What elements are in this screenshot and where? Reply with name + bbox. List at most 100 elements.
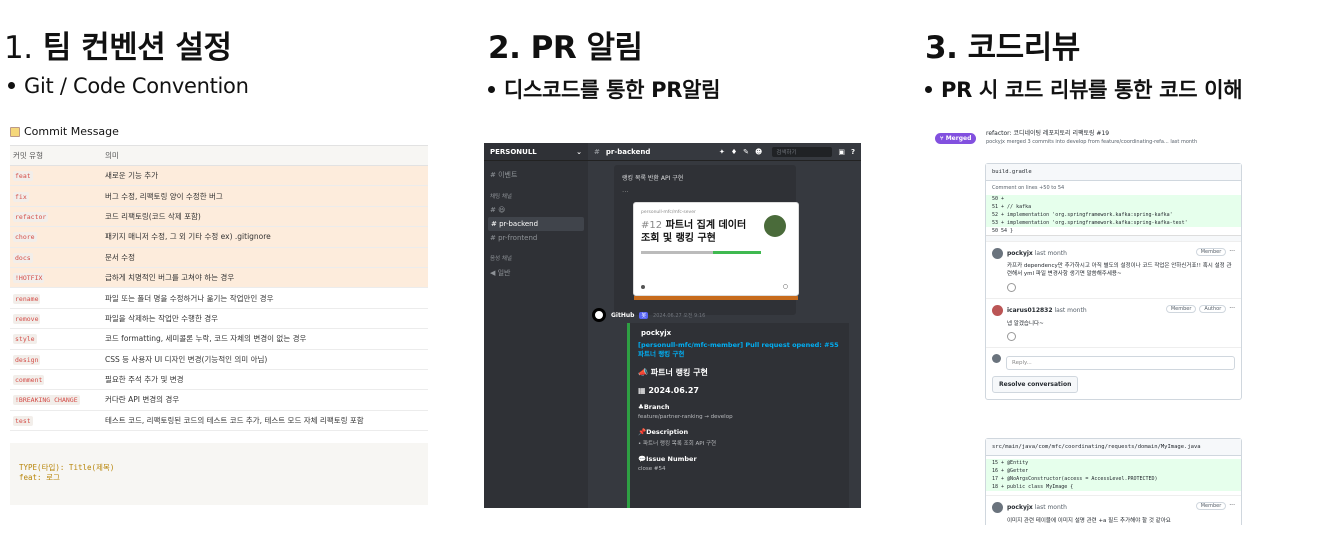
section-1-subtitle: Git / Code Convention	[8, 74, 249, 98]
channel-events[interactable]: # 이벤트	[484, 167, 588, 183]
commit-type-code: !HOTFIX	[13, 273, 45, 284]
commit-type-code: comment	[13, 375, 45, 386]
pr-link[interactable]: [personull-mfc/mfc-member] Pull request …	[638, 341, 841, 359]
table-row: feat 새로운 기능 추가	[10, 165, 428, 187]
channel-emoji[interactable]: # 😃	[484, 203, 588, 217]
commit-type-desc: 버그 수정, 리팩토링 양이 수정한 버그	[102, 185, 428, 207]
voice-channel-general[interactable]: ◀ 일반	[484, 265, 588, 281]
discord-screenshot: PERSONULL ⌄ # 이벤트 채팅 채널 # 😃 # pr-backend …	[484, 143, 861, 508]
bot-badge: 봇	[639, 311, 649, 319]
inbox-icon[interactable]: ▣	[838, 148, 845, 156]
table-row: design CSS 등 사용자 UI 디자인 변경(기능적인 의미 아님)	[10, 349, 428, 370]
commit-type-desc: 테스트 코드, 리팩토링된 코드의 테스트 코드 추가, 테스트 모드 자체 리…	[102, 410, 428, 432]
channel-pr-frontend[interactable]: # pr-frontend	[484, 231, 588, 245]
merged-badge: ⑂ Merged	[935, 133, 977, 144]
avatar	[992, 248, 1003, 259]
commit-type-code: feat	[13, 171, 33, 182]
table-row: test 테스트 코드, 리팩토링된 코드의 테스트 코드 추가, 테스트 모드 …	[10, 410, 428, 432]
commit-type-desc: 급하게 치명적인 버그를 고쳐야 하는 경우	[102, 267, 428, 289]
memo-icon	[10, 126, 20, 137]
more-options-icon[interactable]: ···	[1229, 248, 1235, 256]
server-header[interactable]: PERSONULL ⌄	[484, 143, 588, 161]
diff-block: 15 + @Entity 16 + @Getter 17 + @NoArgsCons…	[986, 456, 1241, 491]
diff-line: 53 + implementation 'org.springframework…	[986, 219, 1241, 227]
commit-message-heading: Commit Message	[10, 125, 428, 138]
commit-type-desc: 문서 수정	[102, 247, 428, 268]
file-header[interactable]: src/main/java/com/mfc/coordinating/reque…	[986, 439, 1241, 456]
commit-type-code: design	[13, 354, 41, 365]
table-row: !HOTFIX 급하게 치명적인 버그를 고쳐야 하는 경우	[10, 267, 428, 289]
review-comment: icarus012832 last month Member Author ··· …	[986, 298, 1241, 347]
section-3-subtitle: PR 시 코드 리뷰를 통한 코드 이해	[925, 74, 1243, 104]
table-row: docs 문서 수정	[10, 247, 428, 268]
help-icon[interactable]: ?	[851, 148, 855, 156]
add-reaction-icon[interactable]	[1007, 283, 1016, 292]
diff-line: 52 + implementation 'org.springframework…	[986, 211, 1241, 219]
speech-icon: 💬	[638, 455, 647, 463]
review-thread-1: build.gradle Comment on lines +50 to 54 …	[985, 163, 1242, 400]
card-accent-bar	[634, 296, 798, 300]
github-avatar[interactable]	[592, 308, 606, 322]
bell-icon[interactable]: ♦	[731, 148, 737, 156]
commit-type-code: !BREAKING CHANGE	[13, 395, 80, 406]
diff-line: 15 + @Entity	[986, 459, 1241, 467]
author-avatar	[641, 285, 645, 289]
diff-line: 50 +	[986, 195, 1241, 203]
category-voice[interactable]: 음성 채널	[484, 251, 588, 265]
commit-type-desc: 파일 또는 폴더 명을 수정하거나 옮기는 작업만인 경우	[102, 287, 428, 309]
avatar	[992, 354, 1001, 363]
file-header[interactable]: build.gradle	[986, 164, 1241, 181]
commit-type-table: 커밋 유형 의미 feat 새로운 기능 추가 fix 버그 수정, 리팩토링 양이 …	[10, 145, 428, 432]
commit-type-code: test	[13, 415, 33, 426]
pr-header: refactor: 코디네이팅 레포지토리 리팩토링 #19 pockyjx m…	[986, 130, 1198, 145]
pr-opened-embed: pockyjx [personull-mfc/mfc-member] Pull …	[627, 323, 849, 508]
channel-header: # pr-backend ✦ ♦ ✎ ☻ 검색하기 ▣ ?	[588, 143, 861, 161]
avatar	[992, 305, 1003, 316]
review-comment: pockyjx last month Member ··· 이미지 관련 테이블에…	[986, 495, 1241, 525]
hash-icon: #	[594, 147, 600, 156]
table-row: !BREAKING CHANGE 커다란 API 변경의 경우	[10, 389, 428, 411]
pr-preview-card[interactable]: personull-mfc/mfc-sever #12 파트너 집계 데이터 조…	[634, 203, 798, 295]
calendar-icon: ▦	[638, 386, 646, 395]
pin-icon[interactable]: ✎	[743, 148, 749, 156]
category-text[interactable]: 채팅 채널	[484, 189, 588, 203]
commit-format-codeblock: TYPE(타입): Title(제목) feat: 로그	[10, 443, 428, 506]
commit-type-desc: 파일을 삭제하는 작업만 수행한 경우	[102, 308, 428, 330]
github-logo-icon: ○	[782, 283, 788, 290]
col-header-type: 커밋 유형	[10, 145, 102, 166]
section-2-subtitle: 디스코드를 통한 PR알림	[488, 74, 720, 104]
table-row: refactor 코드 리팩토링(코드 삭제 포함)	[10, 206, 428, 228]
table-row: chore 패키지 매니저 수정, 그 외 기타 수정 ex) .gitignor…	[10, 226, 428, 248]
review-thread-2: src/main/java/com/mfc/coordinating/reque…	[985, 438, 1242, 525]
diff-line: 17 + @NoArgsConstructor(access = AccessL…	[986, 475, 1241, 483]
chevron-down-icon: ⌄	[576, 148, 582, 156]
pin-mark-icon: 📌	[638, 428, 647, 436]
threads-icon[interactable]: ✦	[719, 148, 725, 156]
channel-sidebar: PERSONULL ⌄ # 이벤트 채팅 채널 # 😃 # pr-backend …	[484, 143, 588, 508]
commit-type-code: chore	[13, 232, 37, 243]
table-row: rename 파일 또는 폴더 명을 수정하거나 옮기는 작업만인 경우	[10, 287, 428, 309]
commit-convention-panel: Commit Message 커밋 유형 의미 feat 새로운 기능 추가 fix…	[10, 125, 428, 506]
add-reaction-icon[interactable]	[1007, 332, 1016, 341]
table-row: remove 파일을 삭제하는 작업만 수행한 경우	[10, 308, 428, 330]
commit-type-desc: 커다란 API 변경의 경우	[102, 389, 428, 411]
commit-type-code: style	[13, 334, 37, 345]
diff-line: 18 + public class MyImage {	[986, 483, 1241, 491]
table-row: fix 버그 수정, 리팩토링 양이 수정한 버그	[10, 185, 428, 207]
commit-type-code: refactor	[13, 211, 49, 222]
section-2-title: 2. PR 알림	[488, 30, 643, 66]
members-icon[interactable]: ☻	[755, 148, 762, 156]
table-row: comment 필요한 주석 추가 및 변경	[10, 369, 428, 391]
more-options-icon[interactable]: ···	[1229, 305, 1235, 313]
card-stats-bar	[641, 251, 761, 254]
col-header-desc: 의미	[102, 145, 428, 166]
reply-input[interactable]: Reply...	[1006, 356, 1235, 370]
resolve-conversation-button[interactable]: Resolve conversation	[992, 376, 1079, 393]
merge-icon: ⑂	[940, 135, 944, 142]
diff-line: 51 + // kafka	[986, 203, 1241, 211]
more-options-icon[interactable]: ···	[1229, 502, 1235, 510]
megaphone-icon: 📣	[638, 368, 648, 377]
search-input[interactable]: 검색하기	[772, 146, 833, 157]
repo-avatar	[764, 215, 786, 237]
channel-pr-backend[interactable]: # pr-backend	[488, 217, 584, 231]
